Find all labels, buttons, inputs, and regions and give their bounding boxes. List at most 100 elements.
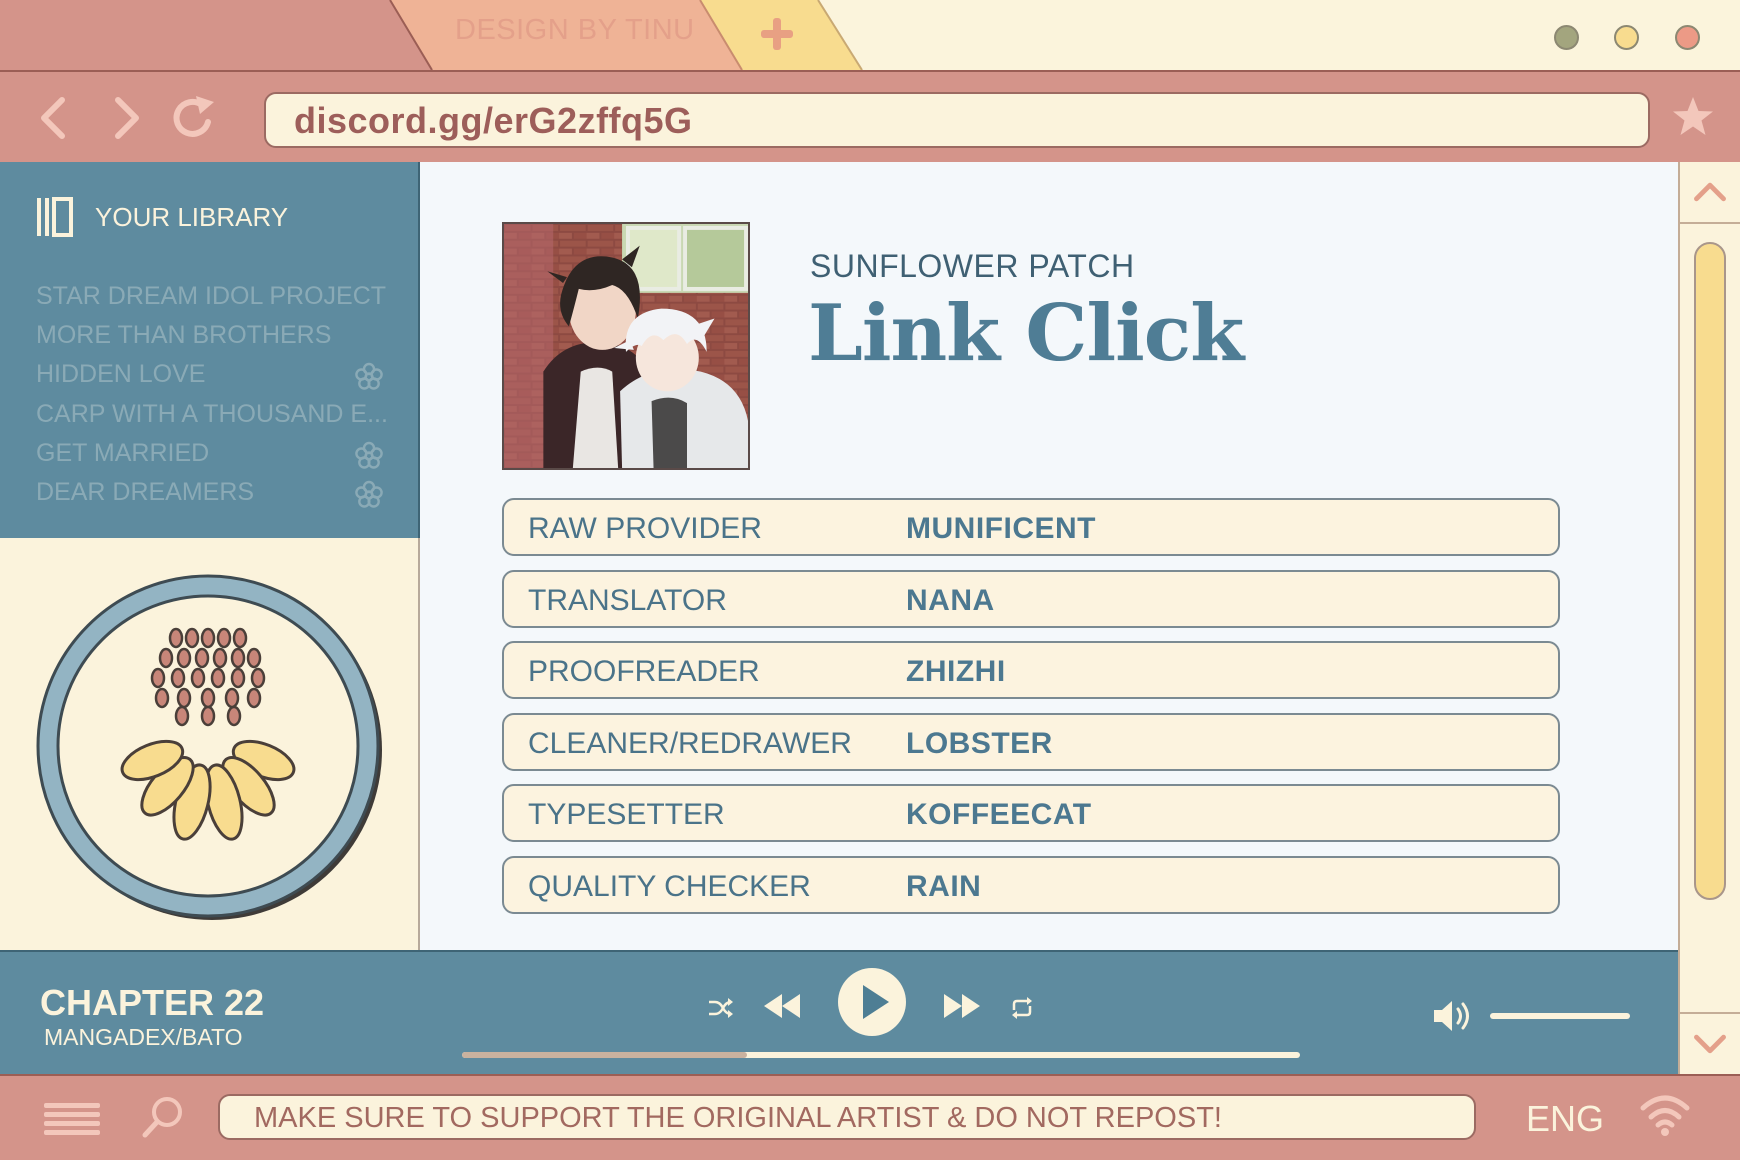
credit-role: TRANSLATOR (528, 584, 727, 617)
credits-panel: SUNFLOWER PATCH Link Click RAW PROVIDER … (420, 162, 1678, 950)
library-item-label: GET MARRIED (36, 439, 210, 467)
group-name: SUNFLOWER PATCH (810, 248, 1135, 284)
sunflower-seed (224, 687, 240, 709)
sunflower-seed (150, 667, 166, 689)
library-icon (37, 197, 73, 237)
volume-slider[interactable] (1490, 1013, 1630, 1019)
credit-row: TRANSLATOR NANA (502, 570, 1560, 628)
credit-name: ZHIZHI (906, 655, 1006, 688)
reload-icon[interactable] (168, 92, 220, 144)
shuffle-icon[interactable] (706, 994, 734, 1022)
sunflower-seed (200, 627, 216, 649)
credit-row: QUALITY CHECKER RAIN (502, 856, 1560, 914)
credit-role: TYPESETTER (528, 798, 725, 831)
credit-role: PROOFREADER (528, 655, 760, 688)
play-button[interactable] (836, 966, 908, 1038)
rewind-icon[interactable] (762, 990, 802, 1022)
library-title: YOUR LIBRARY (95, 202, 289, 232)
flower-icon[interactable] (354, 480, 384, 510)
scroll-down-chevron-icon[interactable] (1680, 1012, 1740, 1074)
fast-forward-icon[interactable] (942, 990, 982, 1022)
flower-icon[interactable] (354, 362, 384, 392)
credit-name: KOFFEECAT (906, 798, 1092, 831)
scrollbar[interactable] (1678, 162, 1740, 1074)
sunflower-seed (168, 627, 184, 649)
sunflower-seed (200, 687, 216, 709)
chapter-label: CHAPTER 22 (40, 982, 265, 1023)
library-item[interactable]: MORE THAN BROTHERS (36, 321, 396, 361)
sunflower-seed (176, 687, 192, 709)
library-item-label: HIDDEN LOVE (36, 360, 206, 388)
credit-role: CLEANER/REDRAWER (528, 727, 852, 760)
back-arrow-icon[interactable] (28, 92, 80, 144)
library-item[interactable]: CARP WITH A THOUSAND E... (36, 400, 396, 440)
progress-bar[interactable] (462, 1052, 1300, 1058)
new-tab-plus-icon[interactable] (755, 12, 799, 56)
sunflower-seed (246, 687, 262, 709)
credit-name: NANA (906, 584, 995, 617)
url-bar[interactable]: discord.gg/erG2zffq5G (264, 92, 1650, 148)
status-bar: MAKE SURE TO SUPPORT THE ORIGINAL ARTIST… (0, 1074, 1740, 1160)
credit-row: CLEANER/REDRAWER LOBSTER (502, 713, 1560, 771)
player-bar: CHAPTER 22 MANGADEX/BATO (0, 950, 1678, 1074)
sunflower-seed (190, 667, 206, 689)
forward-arrow-icon[interactable] (100, 92, 152, 144)
tab-shapes (0, 0, 863, 70)
credit-role: RAW PROVIDER (528, 512, 762, 545)
source-label: MANGADEX/BATO (44, 1024, 243, 1050)
sunflower-seed (216, 627, 232, 649)
emblem-panel (0, 538, 420, 950)
sunflower-seed (170, 667, 186, 689)
wifi-icon[interactable] (1640, 1092, 1690, 1138)
credit-row: RAW PROVIDER MUNIFICENT (502, 498, 1560, 556)
menu-icon[interactable] (44, 1102, 100, 1136)
url-text[interactable]: discord.gg/erG2zffq5G (294, 100, 693, 142)
tab-strip: DESIGN BY TINU (0, 0, 1740, 70)
sunflower-seed (226, 705, 242, 727)
window-minimize-button[interactable] (1554, 25, 1579, 50)
sunflower-seed (210, 667, 226, 689)
library-item[interactable]: STAR DREAM IDOL PROJECT (36, 282, 396, 322)
credit-row: PROOFREADER ZHIZHI (502, 641, 1560, 699)
search-icon[interactable] (140, 1094, 186, 1140)
sunflower-seed (184, 627, 200, 649)
sunflower-seed (230, 647, 246, 669)
sunflower-seed (176, 647, 192, 669)
sunflower-seed (230, 667, 246, 689)
navigation-bar: discord.gg/erG2zffq5G (0, 70, 1740, 162)
bookmark-star-icon[interactable] (1670, 94, 1716, 140)
library-item-label: STAR DREAM IDOL PROJECT (36, 282, 387, 310)
sunflower-logo (36, 574, 382, 920)
sunflower-seed (246, 647, 262, 669)
active-tab-label[interactable]: DESIGN BY TINU (455, 14, 715, 47)
flower-icon[interactable] (354, 441, 384, 471)
sunflower-seed (200, 705, 216, 727)
window-close-button[interactable] (1675, 25, 1700, 50)
sunflower-seed (154, 687, 170, 709)
library-sidebar: YOUR LIBRARY STAR DREAM IDOL PROJECT MOR… (0, 162, 420, 538)
repeat-icon[interactable] (1008, 994, 1036, 1022)
credit-name: RAIN (906, 870, 982, 903)
language-indicator[interactable]: ENG (1526, 1098, 1604, 1140)
credit-row: TYPESETTER KOFFEECAT (502, 784, 1560, 842)
volume-icon[interactable] (1432, 996, 1476, 1036)
window-maximize-button[interactable] (1614, 25, 1639, 50)
notice-text: MAKE SURE TO SUPPORT THE ORIGINAL ARTIST… (254, 1102, 1222, 1134)
library-item-label: MORE THAN BROTHERS (36, 321, 332, 349)
scroll-up-chevron-icon[interactable] (1680, 162, 1740, 224)
library-item[interactable]: GET MARRIED (36, 439, 396, 479)
sunflower-seed (250, 667, 266, 689)
credit-name: LOBSTER (906, 727, 1053, 760)
sunflower-seed (158, 647, 174, 669)
scrollbar-thumb[interactable] (1694, 242, 1726, 900)
credit-name: MUNIFICENT (906, 512, 1096, 545)
sunflower-seed (232, 627, 248, 649)
progress-fill (462, 1052, 747, 1058)
sunflower-seed (174, 705, 190, 727)
sunflower-seed (212, 647, 228, 669)
library-item[interactable]: DEAR DREAMERS (36, 478, 396, 518)
series-title: Link Click (808, 288, 1244, 379)
library-item-label: CARP WITH A THOUSAND E... (36, 400, 388, 428)
notice-bar: MAKE SURE TO SUPPORT THE ORIGINAL ARTIST… (218, 1094, 1476, 1140)
library-item[interactable]: HIDDEN LOVE (36, 360, 396, 400)
